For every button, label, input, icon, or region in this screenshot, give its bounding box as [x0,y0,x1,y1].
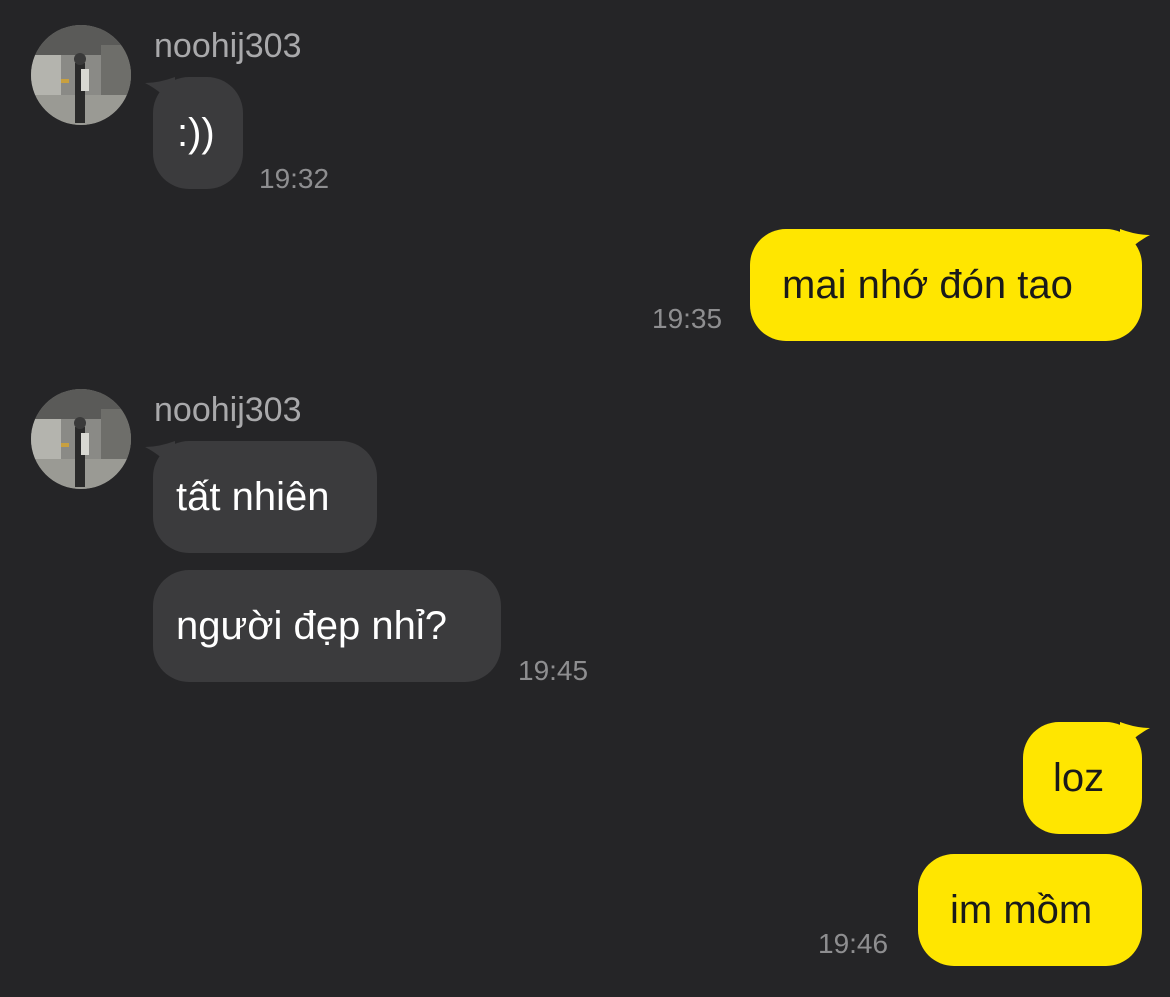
bubble-tail-icon [145,77,175,107]
message-timestamp: 19:32 [259,163,330,194]
sender-avatar[interactable] [31,389,131,489]
sender-name: noohij303 [154,391,302,429]
message-text: tất nhiên [176,475,330,519]
message-text: mai nhớ đón tao [782,263,1073,307]
message-text: loz [1053,756,1105,800]
bubble-tail-icon [1120,722,1150,752]
message-bubble-outgoing[interactable]: im mồm [918,854,1142,966]
message-bubble-incoming[interactable]: tất nhiên [145,441,377,553]
message-timestamp: 19:35 [652,303,723,334]
message-timestamp: 19:46 [818,928,889,959]
message-bubble-incoming[interactable]: :)) [145,77,243,189]
message-bubble-outgoing[interactable]: mai nhớ đón tao [750,229,1150,341]
user-avatar-photo-icon [31,389,131,489]
message-text: :)) [177,111,215,155]
message-bubble-incoming[interactable]: người đẹp nhỉ? [153,570,501,682]
sender-name: noohij303 [154,27,302,65]
bubble-tail-icon [145,441,175,471]
message-text: người đẹp nhỉ? [176,604,447,648]
user-avatar-photo-icon [31,25,131,125]
message-text: im mồm [950,888,1093,932]
message-bubble-outgoing[interactable]: loz [1023,722,1150,834]
sender-avatar[interactable] [31,25,131,125]
bubble-tail-icon [1120,229,1150,259]
message-timestamp: 19:45 [518,655,589,686]
